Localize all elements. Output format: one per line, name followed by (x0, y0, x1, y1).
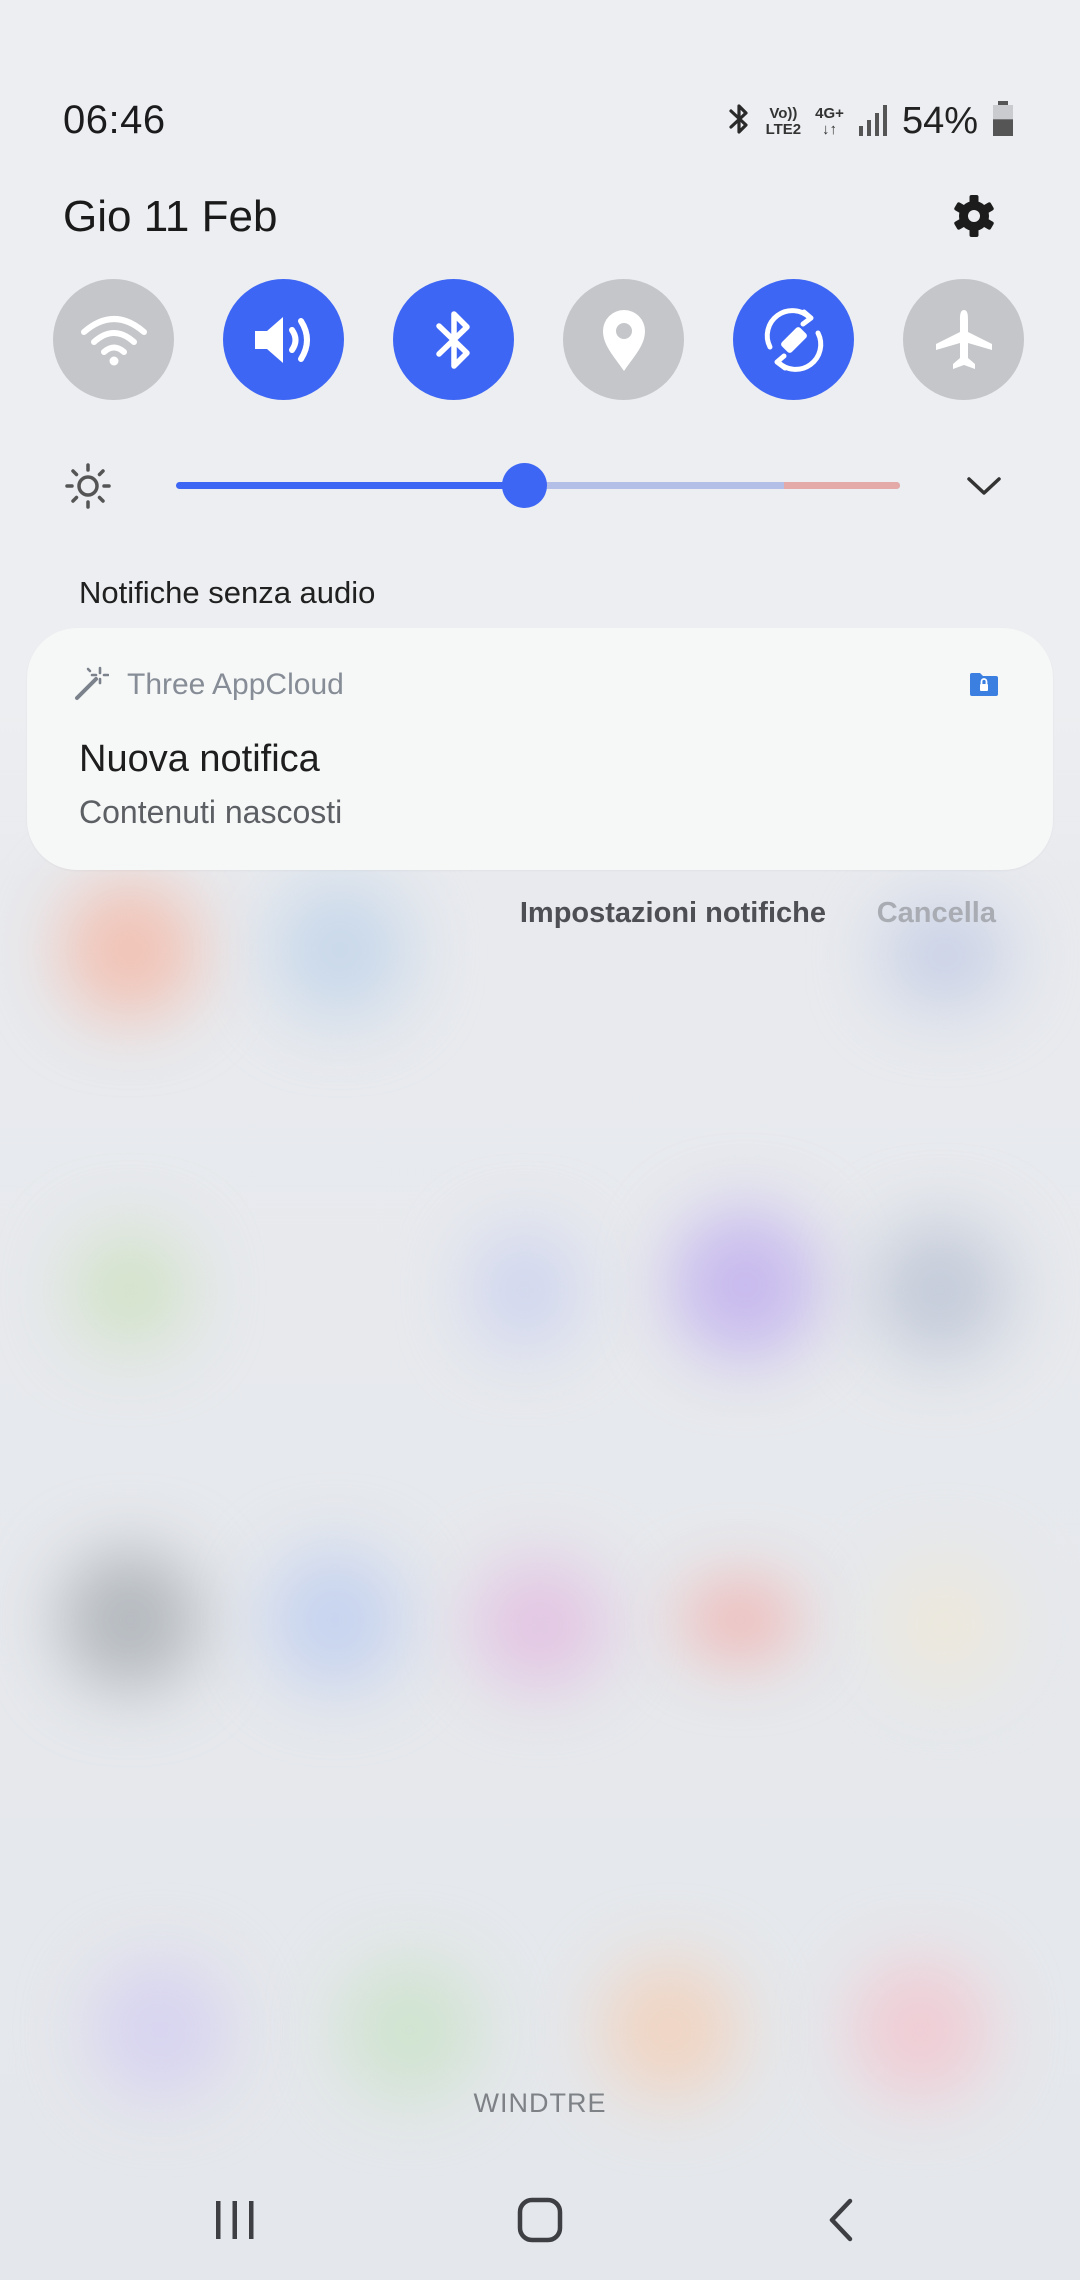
status-icons: Vo)) LTE2 4G+ ↓↑ 54% (726, 100, 1014, 143)
notification-section-title: Notifiche senza audio (79, 575, 376, 610)
navigation-bar (0, 2180, 1080, 2260)
wifi-tile[interactable] (53, 279, 174, 400)
date-label: Gio 11 Feb (63, 192, 278, 241)
status-time: 06:46 (63, 98, 166, 142)
brightness-slider[interactable] (176, 463, 900, 508)
notification-actions: Impostazioni notifiche Cancella (0, 897, 1080, 937)
magic-wand-icon (73, 666, 110, 702)
data-indicator: 4G+ ↓↑ (815, 104, 844, 138)
gear-icon[interactable] (950, 192, 998, 240)
recents-icon[interactable] (200, 2190, 270, 2250)
carrier-label: WINDTRE (473, 2088, 607, 2118)
bluetooth-icon (726, 101, 752, 142)
clear-notifications-button[interactable]: Cancella (877, 897, 996, 930)
notification-settings-button[interactable]: Impostazioni notifiche (520, 897, 826, 930)
notification-card[interactable]: Three AppCloud Nuova notifica Contenuti … (27, 628, 1053, 870)
auto-rotate-tile[interactable] (733, 279, 854, 400)
airplane-tile[interactable] (903, 279, 1024, 400)
quick-settings-tiles (53, 279, 1025, 401)
notification-title: Nuova notifica (79, 738, 320, 780)
signal-icon (858, 102, 888, 141)
chevron-down-icon[interactable] (964, 470, 1004, 500)
battery-icon (992, 101, 1014, 142)
notification-app-name: Three AppCloud (127, 668, 344, 701)
volume-icon (254, 316, 310, 363)
brightness-slider-thumb[interactable] (501, 463, 547, 508)
back-icon[interactable] (806, 2190, 876, 2250)
bluetooth-tile[interactable] (393, 279, 514, 400)
battery-percent: 54% (901, 100, 978, 142)
location-tile[interactable] (563, 279, 684, 400)
notification-text: Contenuti nascosti (79, 794, 343, 830)
volte-indicator: Vo)) LTE2 (765, 104, 802, 138)
auto-rotate-icon (764, 307, 823, 372)
secure-folder-icon (969, 671, 999, 697)
bluetooth-icon (435, 310, 470, 369)
home-icon[interactable] (505, 2190, 575, 2250)
sound-tile[interactable] (223, 279, 344, 400)
airplane-icon (935, 309, 992, 369)
wifi-icon (80, 315, 147, 365)
location-pin-icon (602, 309, 645, 371)
brightness-icon (64, 462, 112, 510)
